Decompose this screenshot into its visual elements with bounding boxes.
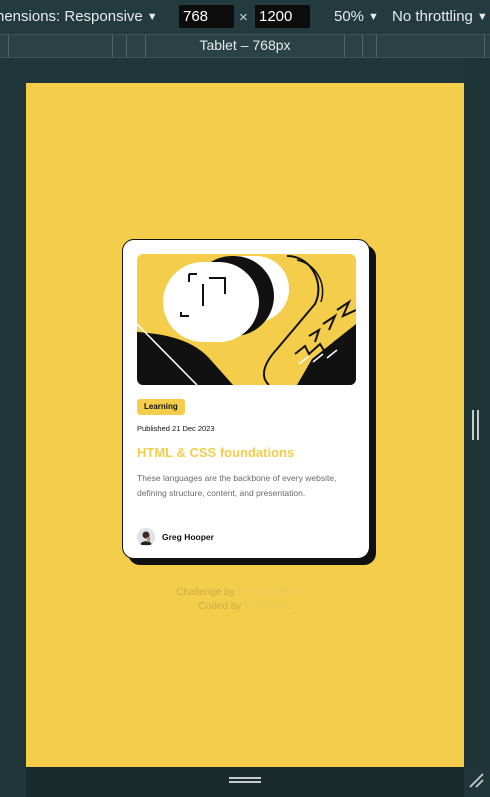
zoom-dropdown[interactable]: 50% ▼ [334, 8, 379, 25]
category-badge: Learning [137, 399, 185, 415]
author: Greg Hooper [137, 528, 214, 546]
bottom-resize-handle[interactable] [26, 767, 464, 797]
media-query-label: Tablet – 768px [199, 37, 291, 53]
dimensions-label: nensions: Responsive [0, 8, 143, 25]
width-input[interactable] [179, 5, 234, 28]
grip-icon [229, 777, 261, 783]
author-link[interactable]: M. Slazon [244, 601, 288, 612]
published-date: Published 21 Dec 2023 [137, 424, 215, 433]
chevron-down-icon: ▼ [476, 10, 488, 23]
author-name: Greg Hooper [162, 532, 214, 542]
chevron-down-icon: ▼ [368, 10, 379, 23]
attribution-text: Coded by [198, 601, 245, 612]
device-viewport: Learning Published 21 Dec 2023 HTML & CS… [26, 83, 464, 767]
attribution-text: Challenge by [176, 587, 238, 598]
attribution-text: . [288, 601, 292, 612]
avatar [137, 528, 155, 546]
throttle-label: No throttling [392, 8, 473, 25]
grip-icon [472, 410, 479, 440]
times-icon: × [239, 9, 248, 26]
frontend-mentor-link[interactable]: Frontend Mentor [238, 587, 311, 598]
dimensions-dropdown[interactable]: nensions: Responsive ▼ [0, 8, 158, 25]
card-description: These languages are the backbone of ever… [137, 473, 337, 498]
card-illustration [137, 254, 356, 385]
card-title[interactable]: HTML & CSS foundations [137, 445, 294, 460]
zoom-label: 50% [334, 8, 365, 25]
right-resize-handle[interactable] [464, 58, 490, 768]
media-query-bar[interactable]: Tablet – 768px [0, 34, 490, 58]
throttle-dropdown[interactable]: No throttling ▼ [392, 8, 488, 25]
attribution-text: . [310, 587, 314, 598]
height-input[interactable] [255, 5, 310, 28]
device-toolbar: nensions: Responsive ▼ × 50% ▼ No thrott… [0, 0, 490, 34]
blog-preview-card: Learning Published 21 Dec 2023 HTML & CS… [122, 239, 370, 559]
chevron-down-icon: ▼ [146, 10, 158, 23]
attribution: Challenge by Frontend Mentor. Coded by M… [26, 586, 464, 614]
corner-resize-icon[interactable] [468, 772, 484, 788]
